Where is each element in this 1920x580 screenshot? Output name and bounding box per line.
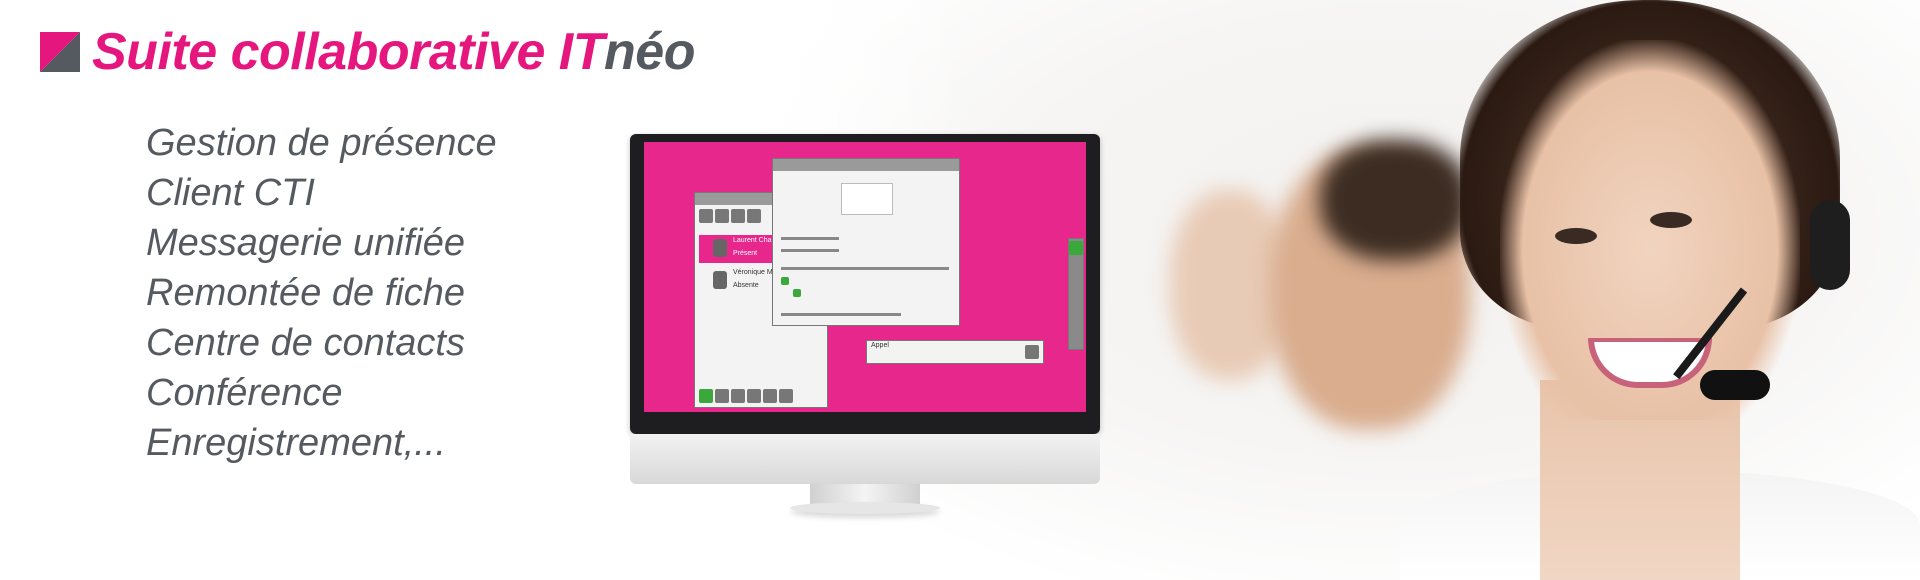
- settings-line: [781, 249, 839, 252]
- option-icon: [793, 289, 801, 297]
- settings-window: [772, 158, 960, 326]
- call-bar-label: Appel: [871, 342, 889, 349]
- title-part-2: néo: [604, 23, 695, 81]
- toolbar-icon: [747, 209, 761, 223]
- monitor-stand-base: [790, 502, 940, 514]
- feature-item: Enregistrement,...: [146, 422, 446, 464]
- page-title: Suite collaborative ITnéo: [92, 26, 695, 78]
- phone-icon: [715, 389, 729, 403]
- feature-item: Messagerie unifiée: [146, 222, 465, 264]
- feature-item: Gestion de présence: [146, 122, 497, 164]
- toolbar-icon: [699, 209, 713, 223]
- side-dock: [1068, 238, 1084, 350]
- brand-mark-icon: [40, 32, 80, 72]
- toolbar-icon: [731, 209, 745, 223]
- option-icon: [781, 277, 789, 285]
- toolbar-icon: [747, 389, 761, 403]
- monitor-illustration: Laurent Chardin Présent 211 Véronique Me…: [630, 134, 1100, 514]
- call-bar: Appel: [866, 340, 1044, 364]
- contact-status: Absente: [733, 282, 759, 289]
- settings-line: [781, 267, 949, 270]
- settings-line: [781, 313, 901, 316]
- toolbar-icon: [779, 389, 793, 403]
- window-titlebar: [773, 159, 959, 171]
- avatar: [713, 271, 727, 289]
- brand-logo: Suite collaborative ITnéo: [40, 26, 695, 78]
- contact-status: Présent: [733, 250, 758, 257]
- settings-preview: [841, 183, 893, 215]
- feature-item: Centre de contacts: [146, 322, 465, 364]
- settings-line: [781, 237, 839, 240]
- feature-item: Remontée de fiche: [146, 272, 465, 314]
- call-button-icon: [699, 389, 713, 403]
- toolbar-icon: [763, 389, 777, 403]
- toolbar-icon: [731, 389, 745, 403]
- avatar: [713, 239, 727, 257]
- phone-icon: [1025, 345, 1039, 359]
- title-part-1: Suite collaborative IT: [92, 23, 605, 81]
- feature-list: Gestion de présence Client CTI Messageri…: [146, 118, 497, 468]
- monitor-stand-neck: [810, 484, 920, 504]
- feature-item: Conférence: [146, 372, 343, 414]
- monitor-screen: Laurent Chardin Présent 211 Véronique Me…: [644, 142, 1086, 412]
- monitor-chin: [630, 434, 1100, 484]
- dock-icon: [1069, 241, 1083, 255]
- feature-item: Client CTI: [146, 172, 315, 214]
- toolbar-icon: [715, 209, 729, 223]
- monitor-frame: Laurent Chardin Présent 211 Véronique Me…: [630, 134, 1100, 434]
